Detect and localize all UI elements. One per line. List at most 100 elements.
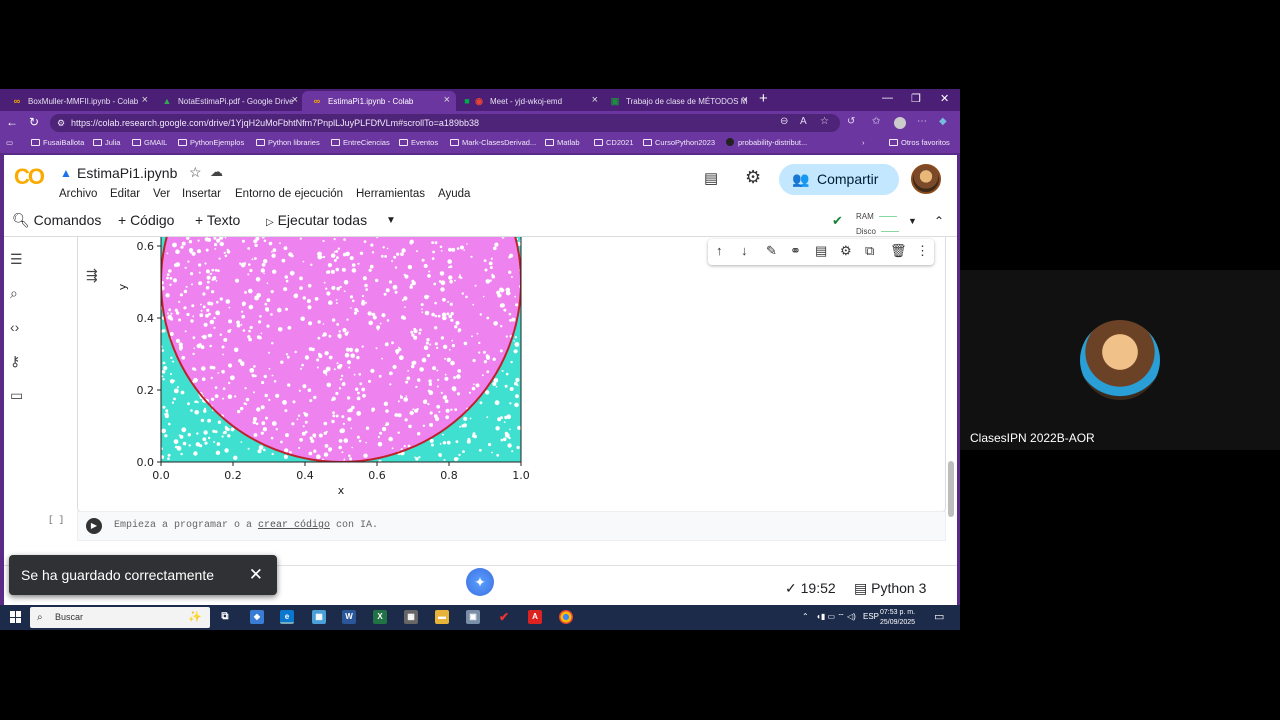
toc-icon[interactable]: ☰ [10, 251, 23, 268]
chevron-down-icon[interactable]: ▼ [908, 216, 917, 226]
reload-icon[interactable]: ↻ [29, 115, 39, 129]
chevron-up-icon[interactable]: ⌃ [934, 214, 944, 228]
add-text-button[interactable]: + Texto [195, 212, 240, 228]
menu-entorno[interactable]: Entorno de ejecución [235, 188, 343, 200]
copilot-icon[interactable]: ◆ [939, 116, 947, 127]
app-icon[interactable]: ▣ [466, 610, 480, 624]
word-icon[interactable]: W [342, 610, 356, 624]
code-snippets-icon[interactable]: ‹› [10, 319, 19, 335]
minimize-icon[interactable]: — [882, 92, 893, 104]
resources-indicator[interactable]: RAM Disco [856, 209, 900, 239]
scrollbar[interactable] [948, 461, 954, 517]
window-close-icon[interactable]: ✕ [940, 92, 949, 105]
tab-meet[interactable]: ■ ◉ Meet - yjd-wkoj-emd × [452, 91, 604, 111]
move-down-icon[interactable]: ↓ [741, 243, 748, 258]
app-icon[interactable]: ▦ [312, 610, 326, 624]
mirror-cell-icon[interactable]: ⧉ [865, 243, 874, 259]
bookmark-item[interactable]: GMAIL [132, 138, 167, 147]
menu-editar[interactable]: Editar [110, 188, 140, 200]
bookmark-item[interactable]: Julia [93, 138, 120, 147]
folder-icon[interactable]: ▭ [10, 387, 23, 404]
language-indicator[interactable]: ESP [863, 612, 879, 621]
link-icon[interactable]: ⚭ [790, 243, 801, 259]
commands-button[interactable]: 🔍︎ Comandos [12, 212, 101, 229]
pdf-icon[interactable]: A [528, 610, 542, 624]
bookmark-item[interactable]: Matlab [545, 138, 580, 147]
bookmark-tabs-icon[interactable]: ▭ [6, 138, 13, 147]
file-explorer-icon[interactable]: ▬ [435, 610, 449, 624]
code-cell-empty[interactable]: ▶ Empieza a programar o a crear código c… [77, 511, 946, 541]
generate-code-link[interactable]: crear código [258, 520, 330, 531]
close-icon[interactable]: × [444, 94, 450, 106]
cloud-sync-icon[interactable]: ☁ [210, 164, 223, 180]
gemini-icon[interactable]: ✦ [466, 568, 494, 596]
gear-icon[interactable]: ⚙ [745, 167, 761, 188]
bookmark-item[interactable]: PythonEjemplos [178, 138, 244, 147]
profile-icon[interactable] [894, 117, 906, 129]
bookmark-item[interactable]: CD2021 [594, 138, 634, 147]
bookmark-item[interactable]: CursoPython2023 [643, 138, 715, 147]
chrome-icon[interactable] [559, 610, 573, 624]
clock[interactable]: 07:53 p. m. 25/09/2025 [880, 608, 915, 628]
tab-classroom[interactable]: ▣ Trabajo de clase de MÉTODOS M × [600, 91, 754, 111]
close-icon[interactable]: × [742, 94, 748, 106]
settings-icon[interactable]: ⚙ [840, 243, 852, 259]
execution-status[interactable]: ✓ 19:52 [785, 580, 836, 597]
notifications-icon[interactable]: ▭ [934, 610, 944, 623]
more-vert-icon[interactable]: ⋮ [916, 243, 929, 259]
calculator-icon[interactable]: ▦ [404, 610, 418, 624]
bookmark-item[interactable]: Mark-ClasesDerivad... [450, 138, 536, 147]
close-icon[interactable]: × [142, 94, 148, 106]
close-icon[interactable]: ✕ [249, 555, 263, 595]
copilot-app-icon[interactable]: ◆ [250, 610, 264, 624]
move-up-icon[interactable]: ↑ [716, 243, 723, 258]
menu-ayuda[interactable]: Ayuda [438, 188, 470, 200]
bookmark-item[interactable]: Otros favoritos [889, 138, 950, 147]
add-code-button[interactable]: + Código [118, 212, 174, 228]
comment-icon[interactable]: ▤ [704, 169, 718, 187]
chevron-up-icon[interactable]: ⌃ [802, 612, 809, 621]
close-icon[interactable]: × [592, 94, 598, 106]
notebook-title[interactable]: EstimaPi1.ipynb [77, 165, 177, 181]
kernel-status[interactable]: ▤ Python 3 [854, 580, 926, 597]
run-all-button[interactable]: ▷ Ejecutar todas [266, 212, 367, 228]
maximize-icon[interactable]: ❐ [911, 92, 921, 105]
menu-insertar[interactable]: Insertar [182, 188, 221, 200]
address-bar[interactable]: ⚙ https://colab.research.google.com/driv… [50, 114, 840, 132]
tray-icons[interactable]: ◖▮ ▭ ⌔ ◁) [816, 612, 856, 622]
share-button[interactable]: 👥 Compartir [779, 164, 899, 195]
bookmark-item[interactable]: EntreCiencias [331, 138, 390, 147]
star-icon[interactable]: ☆ [189, 164, 202, 181]
favorite-star-icon[interactable]: ☆ [820, 116, 829, 127]
key-icon[interactable]: ⚷ [10, 353, 20, 370]
close-icon[interactable]: × [292, 94, 298, 106]
tab-estimapi[interactable]: ∞ EstimaPi1.ipynb - Colab × [302, 91, 456, 111]
bookmark-item[interactable]: Eventos [399, 138, 438, 147]
cell-placeholder[interactable]: Empieza a programar o a crear código con… [114, 520, 378, 531]
site-info-icon[interactable]: ⚙ [57, 114, 65, 132]
refresh-extension-icon[interactable]: ↺ [847, 116, 855, 127]
menu-ver[interactable]: Ver [153, 188, 170, 200]
bookmark-item[interactable]: Python libraries [256, 138, 320, 147]
colab-logo[interactable]: CO [14, 164, 45, 190]
zoom-icon[interactable]: ⊖ [780, 116, 788, 127]
favorites-icon[interactable]: ✩ [872, 116, 880, 127]
output-actions-icon[interactable]: ⇶ [86, 267, 98, 284]
excel-icon[interactable]: X [373, 610, 387, 624]
edit-icon[interactable]: ✎ [766, 243, 777, 259]
new-tab-icon[interactable]: + [759, 90, 768, 107]
more-icon[interactable]: ⋯ [917, 116, 927, 127]
run-cell-button[interactable]: ▶ [86, 518, 102, 534]
task-view-icon[interactable]: ⧉ [218, 610, 232, 624]
chevron-down-icon[interactable]: ▼ [386, 215, 396, 226]
bookmark-item[interactable]: probability-distribut... [726, 138, 807, 147]
read-aloud-icon[interactable]: A [800, 116, 807, 127]
edge-icon[interactable]: e [280, 610, 294, 624]
avatar[interactable] [911, 164, 941, 194]
chevron-right-icon[interactable]: › [862, 138, 865, 147]
back-icon[interactable]: ← [6, 115, 18, 129]
bookmark-item[interactable]: FusaiBallota [31, 138, 84, 147]
tab-notaestimapi[interactable]: ▲ NotaEstimaPi.pdf - Google Drive × [152, 91, 304, 111]
menu-herramientas[interactable]: Herramientas [356, 188, 425, 200]
menu-archivo[interactable]: Archivo [59, 188, 97, 200]
